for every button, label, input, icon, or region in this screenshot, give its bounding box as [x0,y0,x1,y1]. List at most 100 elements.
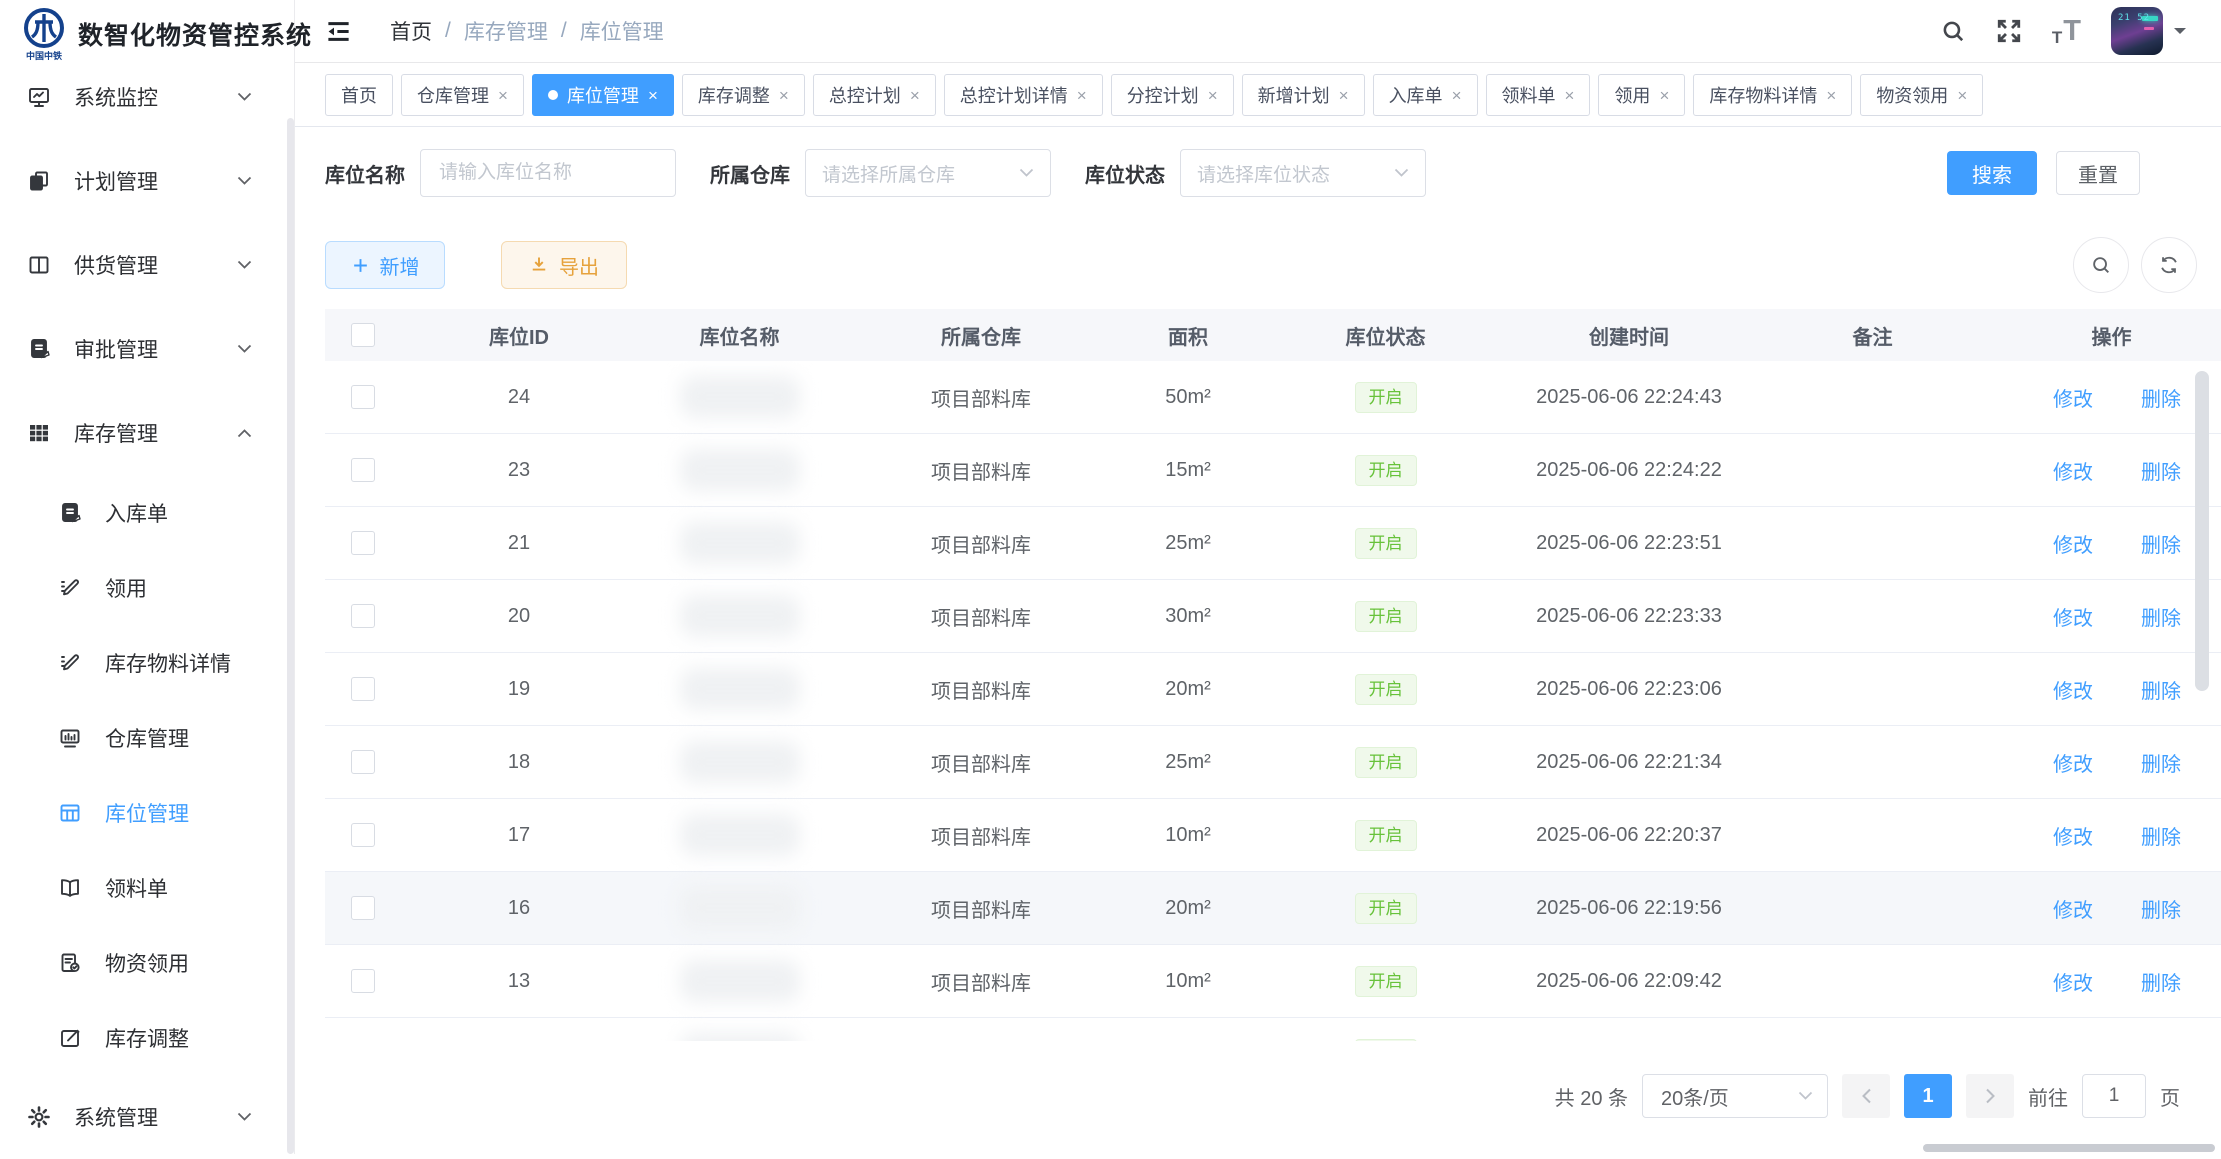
location-status-select[interactable]: 请选择库位状态 [1180,149,1426,197]
delete-link[interactable]: 删除 [2141,967,2181,996]
table-row[interactable]: 20 项目部料库 30m² 开启 2025-06-06 22:23:33 修改 … [325,580,2221,653]
delete-link[interactable]: 删除 [2141,675,2181,704]
delete-link[interactable]: 删除 [2141,383,2181,412]
delete-link[interactable]: 删除 [2141,894,2181,923]
delete-link[interactable]: 删除 [2141,602,2181,631]
sidebar-item-12[interactable]: 库存调整 [0,1000,286,1075]
table-row[interactable]: 17 项目部料库 10m² 开启 2025-06-06 22:20:37 修改 … [325,799,2221,872]
tab-12[interactable]: 物资领用 × [1860,74,1983,116]
table-row[interactable]: 23 项目部料库 15m² 开启 2025-06-06 22:24:22 修改 … [325,434,2221,507]
table-search-icon[interactable] [2073,237,2129,293]
delete-link[interactable]: 删除 [2141,1040,2181,1042]
edit-link[interactable]: 修改 [2053,967,2093,996]
row-checkbox[interactable] [351,531,375,555]
font-size-icon[interactable]: TT [2052,17,2081,46]
row-checkbox[interactable] [351,604,375,628]
page-number-1[interactable]: 1 [1904,1074,1952,1118]
user-menu[interactable]: 21 52 [2111,7,2187,55]
table-row[interactable]: 24 项目部料库 50m² 开启 2025-06-06 22:24:43 修改 … [325,361,2221,434]
tab-2[interactable]: 库位管理 × [532,74,674,116]
sidebar-item-9[interactable]: 库位管理 [0,775,286,850]
table-row[interactable]: 18 项目部料库 25m² 开启 2025-06-06 22:21:34 修改 … [325,726,2221,799]
tab-6[interactable]: 分控计划 × [1111,74,1234,116]
row-checkbox[interactable] [351,969,375,993]
sidebar-item-13[interactable]: 系统管理 [0,1075,286,1159]
breadcrumb-location[interactable]: 库位管理 [580,16,664,46]
table-row[interactable]: 13 项目部料库 10m² 开启 2025-06-06 22:09:42 修改 … [325,945,2221,1018]
close-icon[interactable]: × [1208,87,1218,104]
edit-link[interactable]: 修改 [2053,821,2093,850]
sidebar-item-10[interactable]: 领料单 [0,850,286,925]
sidebar-item-2[interactable]: 供货管理 [0,223,286,307]
close-icon[interactable]: × [1957,87,1967,104]
goto-page-input[interactable] [2082,1074,2146,1118]
sidebar-item-7[interactable]: 库存物料详情 [0,625,286,700]
sidebar-item-3[interactable]: 审批管理 [0,307,286,391]
tab-0[interactable]: 首页 [325,74,393,116]
edit-link[interactable]: 修改 [2053,1040,2093,1042]
edit-link[interactable]: 修改 [2053,383,2093,412]
edit-link[interactable]: 修改 [2053,602,2093,631]
reset-button[interactable]: 重置 [2056,151,2140,195]
tab-7[interactable]: 新增计划 × [1242,74,1365,116]
delete-link[interactable]: 删除 [2141,821,2181,850]
location-name-input[interactable] [437,161,659,185]
delete-link[interactable]: 删除 [2141,529,2181,558]
sidebar-item-11[interactable]: 物资领用 [0,925,286,1000]
edit-link[interactable]: 修改 [2053,894,2093,923]
next-page-button[interactable] [1966,1074,2014,1118]
close-icon[interactable]: × [1565,87,1575,104]
close-icon[interactable]: × [1077,87,1087,104]
delete-link[interactable]: 删除 [2141,748,2181,777]
tab-3[interactable]: 库存调整 × [682,74,805,116]
add-button[interactable]: 新增 [325,241,445,289]
sidebar-item-6[interactable]: 领用 [0,550,286,625]
sidebar-scrollbar[interactable] [287,118,294,1154]
horizontal-scrollbar[interactable] [1923,1144,2215,1152]
table-scrollbar[interactable] [2195,371,2209,691]
sidebar-item-1[interactable]: 计划管理 [0,139,286,223]
close-icon[interactable]: × [648,87,658,104]
tab-1[interactable]: 仓库管理 × [401,74,524,116]
close-icon[interactable]: × [498,87,508,104]
table-row[interactable]: 16 项目部料库 20m² 开启 2025-06-06 22:19:56 修改 … [325,872,2221,945]
close-icon[interactable]: × [1452,87,1462,104]
search-icon[interactable] [1940,18,1966,44]
prev-page-button[interactable] [1842,1074,1890,1118]
warehouse-select[interactable]: 请选择所属仓库 [805,149,1051,197]
sidebar-item-5[interactable]: 入库单 [0,475,286,550]
export-button[interactable]: 导出 [501,241,627,289]
table-row[interactable]: 19 项目部料库 20m² 开启 2025-06-06 22:23:06 修改 … [325,653,2221,726]
close-icon[interactable]: × [1339,87,1349,104]
close-icon[interactable]: × [910,87,920,104]
delete-link[interactable]: 删除 [2141,456,2181,485]
table-row[interactable]: 21 项目部料库 25m² 开启 2025-06-06 22:23:51 修改 … [325,507,2221,580]
fullscreen-icon[interactable] [1996,18,2022,44]
tab-4[interactable]: 总控计划 × [813,74,936,116]
row-checkbox[interactable] [351,750,375,774]
tab-10[interactable]: 领用 × [1598,74,1685,116]
tab-5[interactable]: 总控计划详情 × [944,74,1103,116]
edit-link[interactable]: 修改 [2053,529,2093,558]
close-icon[interactable]: × [779,87,789,104]
row-checkbox[interactable] [351,823,375,847]
table-row[interactable]: 开启 修改 删除 [325,1018,2221,1041]
sidebar-item-0[interactable]: 系统监控 [0,55,286,139]
row-checkbox[interactable] [351,896,375,920]
row-checkbox[interactable] [351,458,375,482]
row-checkbox[interactable] [351,677,375,701]
edit-link[interactable]: 修改 [2053,748,2093,777]
close-icon[interactable]: × [1659,87,1669,104]
edit-link[interactable]: 修改 [2053,456,2093,485]
menu-fold-icon[interactable] [325,18,352,45]
breadcrumb-home[interactable]: 首页 [390,16,432,46]
select-all-checkbox[interactable] [351,323,375,347]
close-icon[interactable]: × [1826,87,1836,104]
sidebar-item-8[interactable]: 仓库管理 [0,700,286,775]
refresh-icon[interactable] [2141,237,2197,293]
search-button[interactable]: 搜索 [1947,151,2037,195]
tab-9[interactable]: 领料单 × [1486,74,1591,116]
sidebar-item-4[interactable]: 库存管理 [0,391,286,475]
row-checkbox[interactable] [351,385,375,409]
avatar[interactable]: 21 52 [2111,7,2163,55]
